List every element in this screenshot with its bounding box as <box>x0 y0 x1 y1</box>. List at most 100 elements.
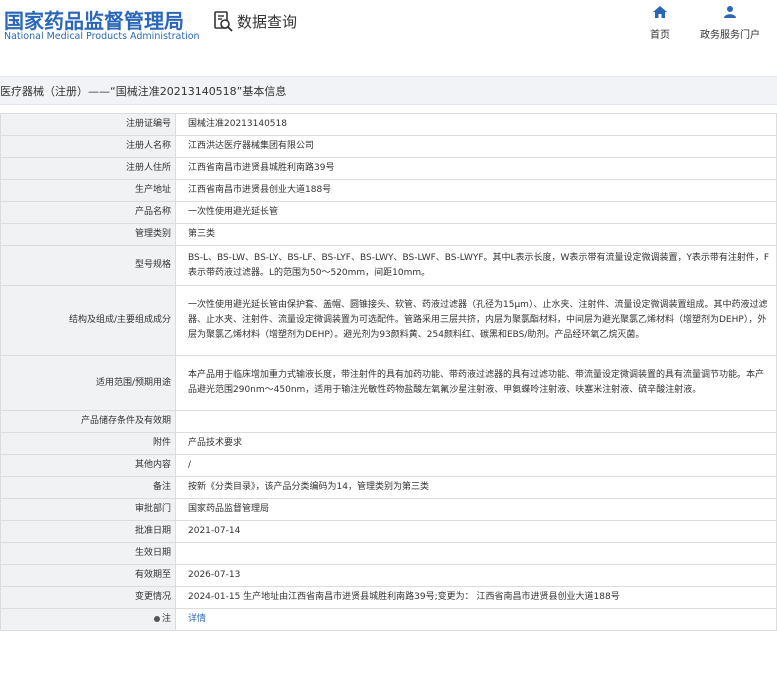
table-row: 适用范围/预期用途 本产品用于临床增加重力式输液长度，带注射件的具有加药功能、带药… <box>0 355 777 411</box>
field-value <box>175 410 777 433</box>
field-label-text: 注册人住所 <box>125 163 171 173</box>
field-value: 江西洪达医疗器械集团有限公司 <box>175 135 777 158</box>
table-row: 备注 按新《分类目录》，该产品分类编码为14，管理类别为第三类 <box>0 476 777 499</box>
field-label-text: 生效日期 <box>134 548 171 558</box>
table-row: 附件 产品技术要求 <box>0 432 777 455</box>
field-label: 注册证编号 <box>0 113 176 136</box>
field-value: 国械注准20213140518 <box>175 113 777 136</box>
nav-home-label: 首页 <box>650 30 670 41</box>
field-label: 注册人名称 <box>0 135 176 158</box>
field-value: 江西省南昌市进贤县城胜利南路39号 <box>175 157 777 180</box>
field-label: 注册人住所 <box>0 157 176 180</box>
field-value-text: BS-L、BS-LW、BS-LY、BS-LF、BS-LYF、BS-LWY、BS-… <box>188 252 770 278</box>
home-icon <box>646 6 674 21</box>
field-label: 产品名称 <box>0 201 176 224</box>
field-value: 一次性使用避光延长管由保护套、盖帽、圆锥接头、软管、药液过滤器（孔径为15μm）… <box>175 285 777 356</box>
field-value: 按新《分类目录》，该产品分类编码为14，管理类别为第三类 <box>175 476 777 499</box>
field-value-text: 一次性使用避光延长管 <box>188 207 279 217</box>
site-header: 国家药品监督管理局 National Medical Products Admi… <box>0 0 777 62</box>
field-value-text: 2021-07-14 <box>188 526 241 536</box>
field-label-text: 附件 <box>152 438 171 448</box>
table-row: 生产地址 江西省南昌市进贤县创业大道188号 <box>0 179 777 202</box>
field-label: 审批部门 <box>0 498 176 521</box>
field-label-text: 管理类别 <box>134 229 171 239</box>
table-row: 生效日期 <box>0 542 777 565</box>
field-value: 2021-07-14 <box>175 520 777 543</box>
field-value-text: 2026-07-13 <box>188 570 241 580</box>
field-value: 2024-01-15 生产地址由江西省南昌市进贤县城胜利南路39号;变更为： 江… <box>175 586 777 609</box>
field-label-text: 批准日期 <box>134 526 171 536</box>
field-value[interactable]: 详情 <box>175 608 777 631</box>
details-link[interactable]: 详情 <box>188 614 206 624</box>
table-row: 型号规格 BS-L、BS-LW、BS-LY、BS-LF、BS-LYF、BS-LWY… <box>0 245 777 286</box>
table-row: 有效期至 2026-07-13 <box>0 564 777 587</box>
site-subtitle: National Medical Products Administration <box>4 31 200 42</box>
field-label: 备注 <box>0 476 176 499</box>
field-label-text: 有效期至 <box>134 570 171 580</box>
data-query-title: 数据查询 <box>212 10 297 32</box>
field-label-text: 注册人名称 <box>125 141 171 151</box>
breadcrumb: 医疗器械（注册）——“国械注准20213140518”基本信息 <box>0 85 287 98</box>
field-value-text: 国家药品监督管理局 <box>188 504 270 514</box>
user-icon <box>698 6 762 21</box>
field-label-text: 其他内容 <box>134 460 171 470</box>
site-title[interactable]: 国家药品监督管理局 <box>4 5 184 34</box>
field-label-text: 适用范围/预期用途 <box>95 377 171 388</box>
field-label: 结构及组成/主要组成成分 <box>0 285 176 356</box>
nav-gov-portal[interactable]: 政务服务门户 <box>698 6 762 41</box>
field-value-text: 2024-01-15 生产地址由江西省南昌市进贤县城胜利南路39号;变更为： 江… <box>188 592 620 602</box>
search-document-icon <box>212 10 234 32</box>
field-label-text: 产品名称 <box>134 207 171 217</box>
data-query-label: 数据查询 <box>237 12 298 31</box>
table-row: 注册证编号 国械注准20213140518 <box>0 113 777 136</box>
registration-info-table: 注册证编号 国械注准20213140518 注册人名称 江西洪达医疗器械集团有限公司注… <box>0 113 777 631</box>
field-label: 附件 <box>0 432 176 455</box>
field-value: 国家药品监督管理局 <box>175 498 777 521</box>
field-value: 本产品用于临床增加重力式输液长度，带注射件的具有加药功能、带药液过滤器的具有过滤… <box>175 355 777 411</box>
table-row: 变更情况 2024-01-15 生产地址由江西省南昌市进贤县城胜利南路39号;变更… <box>0 586 777 609</box>
field-label: 适用范围/预期用途 <box>0 355 176 411</box>
field-label: 注 <box>0 608 176 631</box>
field-value-text: 一次性使用避光延长管由保护套、盖帽、圆锥接头、软管、药液过滤器（孔径为15μm）… <box>188 300 768 340</box>
field-label-text: 注 <box>161 614 171 624</box>
field-label: 型号规格 <box>0 245 176 286</box>
field-label-text: 结构及组成/主要组成成分 <box>68 315 171 325</box>
field-label: 管理类别 <box>0 223 176 246</box>
field-label: 生产地址 <box>0 179 176 202</box>
field-label: 变更情况 <box>0 586 176 609</box>
table-row: 批准日期 2021-07-14 <box>0 520 777 543</box>
field-label-text: 产品储存条件及有效期 <box>80 416 171 426</box>
field-value-text: / <box>188 460 192 470</box>
field-label-text: 审批部门 <box>134 504 171 514</box>
field-label-text: 备注 <box>152 482 171 492</box>
field-label-text: 注册证编号 <box>125 119 171 129</box>
field-value-text: 江西省南昌市进贤县创业大道188号 <box>188 185 332 195</box>
field-value: 2026-07-13 <box>175 564 777 587</box>
field-label: 产品储存条件及有效期 <box>0 410 176 433</box>
table-row: 注册人名称 江西洪达医疗器械集团有限公司 <box>0 135 777 158</box>
nav-home[interactable]: 首页 <box>646 6 674 41</box>
field-label: 其他内容 <box>0 454 176 477</box>
field-value <box>175 542 777 565</box>
table-row: 结构及组成/主要组成成分 一次性使用避光延长管由保护套、盖帽、圆锥接头、软管、药液… <box>0 285 777 356</box>
field-value: 江西省南昌市进贤县创业大道188号 <box>175 179 777 202</box>
breadcrumb-bar: 医疗器械（注册）——“国械注准20213140518”基本信息 <box>0 76 777 105</box>
field-value-text: 江西省南昌市进贤县城胜利南路39号 <box>188 163 335 173</box>
field-value: BS-L、BS-LW、BS-LY、BS-LF、BS-LYF、BS-LWY、BS-… <box>175 245 777 286</box>
table-row: 产品名称 一次性使用避光延长管 <box>0 201 777 224</box>
table-row: 其他内容 / <box>0 454 777 477</box>
table-row: 注 详情 <box>0 608 777 631</box>
bullet-icon <box>153 615 160 622</box>
field-value-text: 国械注准20213140518 <box>188 119 287 129</box>
table-row: 产品储存条件及有效期 <box>0 410 777 433</box>
field-label-text: 型号规格 <box>134 260 171 270</box>
field-value: 产品技术要求 <box>175 432 777 455</box>
nav-gov-portal-label: 政务服务门户 <box>700 30 760 41</box>
field-value: 第三类 <box>175 223 777 246</box>
field-value: 一次性使用避光延长管 <box>175 201 777 224</box>
field-value-text: 本产品用于临床增加重力式输液长度，带注射件的具有加药功能、带药液过滤器的具有过滤… <box>188 370 765 395</box>
table-row: 注册人住所 江西省南昌市进贤县城胜利南路39号 <box>0 157 777 180</box>
table-row: 审批部门 国家药品监督管理局 <box>0 498 777 521</box>
field-value-text: 产品技术要求 <box>188 438 243 448</box>
field-label-text: 生产地址 <box>134 185 171 195</box>
